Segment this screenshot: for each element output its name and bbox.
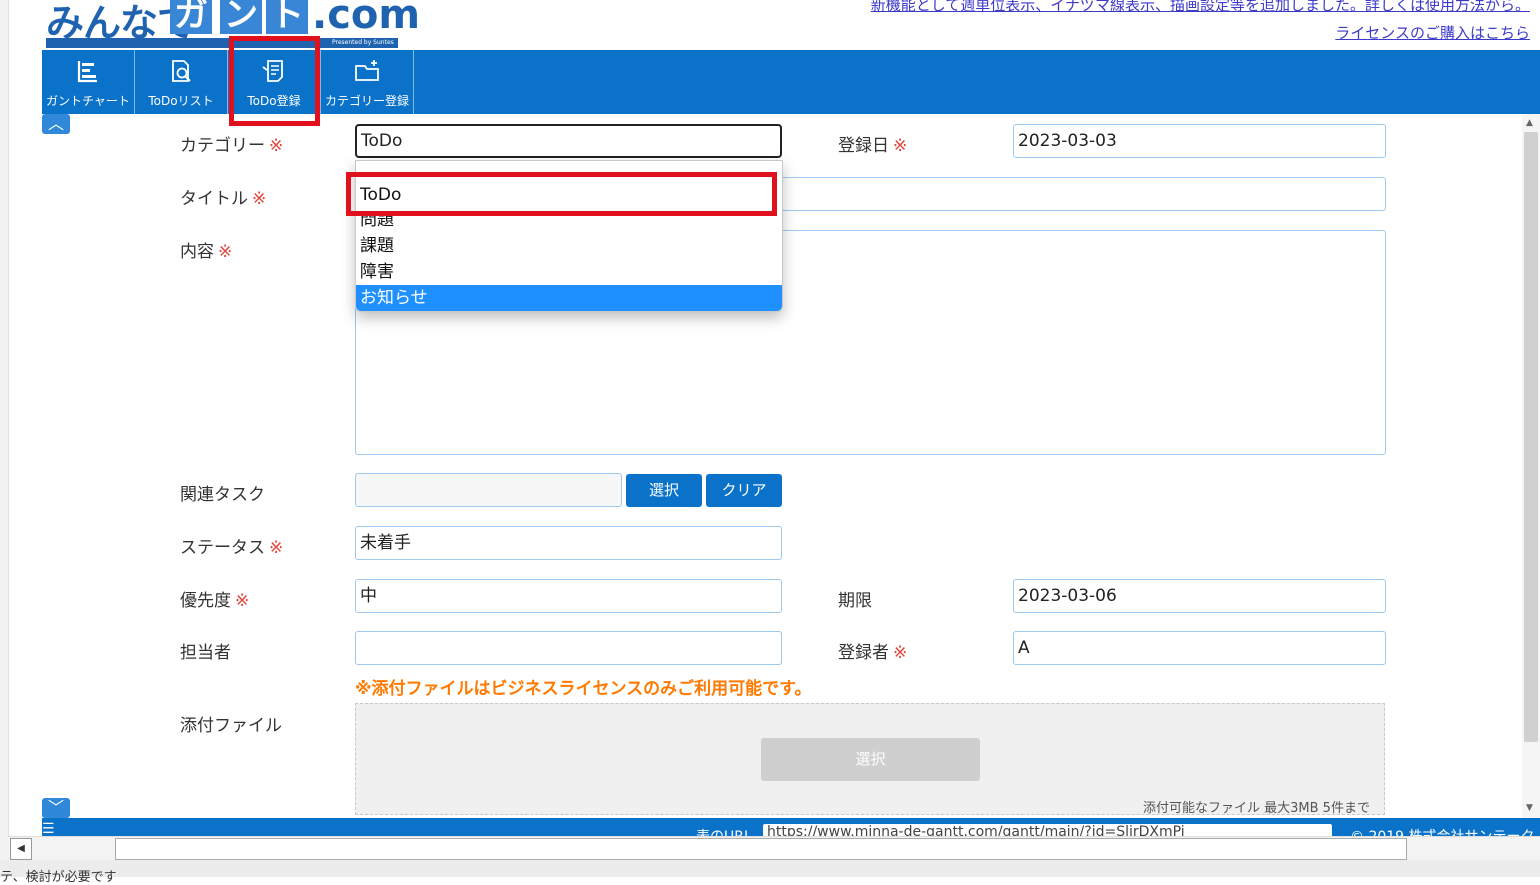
assignee-label: 担当者 (180, 643, 231, 663)
collapse-down-button[interactable]: ﹀ (42, 798, 70, 818)
priority-label: 優先度 ※ (180, 591, 250, 611)
logo-box-1: ガ (170, 0, 212, 34)
registrant-field[interactable]: A (1013, 631, 1386, 665)
status-select[interactable]: 未着手 (355, 526, 782, 560)
toolbar-todo-list-label: ToDoリスト (148, 94, 214, 108)
reg-date-field[interactable]: 2023-03-03 (1013, 124, 1386, 158)
dropdown-option-issue[interactable]: 課題 (356, 233, 782, 259)
gantt-chart-icon (77, 61, 97, 83)
left-gutter (0, 0, 9, 877)
status-bar-text: テ、検討が必要です (0, 870, 117, 885)
scroll-left-arrow-icon[interactable]: ◀ (10, 838, 32, 860)
horizontal-scrollbar-thumb[interactable] (115, 838, 1407, 860)
related-task-clear-button[interactable]: クリア (706, 474, 782, 507)
category-label: カテゴリー ※ (180, 136, 284, 156)
todo-list-icon (172, 60, 191, 82)
attachment-notice: ※添付ファイルはビジネスライセンスのみご利用可能です。 (355, 679, 812, 699)
related-task-select-button[interactable]: 選択 (626, 474, 702, 507)
news-link[interactable]: 新機能として週単位表示、イナヅマ線表示、描画設定等を追加しました。詳しくは使用方… (871, 0, 1530, 15)
registrant-label: 登録者 ※ (838, 643, 908, 663)
license-link[interactable]: ライセンスのご購入はこちら (1335, 22, 1530, 43)
priority-select[interactable]: 中 (355, 579, 782, 613)
highlight-todo-option (346, 172, 777, 216)
collapse-up-button[interactable]: ︿ (42, 114, 70, 134)
hamburger-menu-icon[interactable]: ☰ (42, 822, 70, 836)
related-task-label: 関連タスク (180, 485, 265, 505)
highlight-todo-register (229, 36, 320, 126)
status-label: ステータス ※ (180, 538, 284, 558)
toolbar-category-register[interactable]: カテゴリー登録 (321, 50, 414, 114)
logo-box-3: ト (266, 0, 308, 34)
logo-box-2: ン (220, 0, 262, 34)
deadline-field[interactable]: 2023-03-06 (1013, 579, 1386, 613)
toolbar-gantt-chart[interactable]: ガントチャート (42, 50, 135, 114)
title-label: タイトル ※ (180, 189, 267, 209)
content-label: 内容 ※ (180, 242, 233, 262)
reg-date-label: 登録日 ※ (838, 136, 908, 156)
assignee-field[interactable] (355, 631, 782, 665)
attachment-label: 添付ファイル (180, 716, 282, 736)
dropdown-option-failure[interactable]: 障害 (356, 259, 782, 285)
category-register-icon (355, 60, 379, 81)
vertical-scrollbar-thumb[interactable] (1524, 132, 1538, 742)
logo-subtitle: Presented by Suntes (332, 39, 394, 46)
deadline-label: 期限 (838, 591, 872, 611)
attachment-note: 添付可能なファイル 最大3MB 5件まで (1143, 801, 1370, 816)
category-select[interactable]: ToDo (355, 124, 782, 158)
toolbar-category-label: カテゴリー登録 (324, 94, 409, 108)
toolbar-gantt-label: ガントチャート (46, 94, 130, 108)
scroll-up-arrow-icon[interactable]: ▲ (1526, 118, 1533, 128)
related-task-field[interactable] (355, 473, 622, 507)
dropdown-option-notice[interactable]: お知らせ (356, 285, 782, 311)
scroll-down-arrow-icon[interactable]: ▼ (1526, 803, 1533, 813)
status-bar (0, 860, 1540, 877)
attachment-select-button[interactable]: 選択 (761, 738, 980, 781)
logo-com: .com (312, 0, 421, 38)
toolbar-todo-list[interactable]: ToDoリスト (135, 50, 228, 114)
